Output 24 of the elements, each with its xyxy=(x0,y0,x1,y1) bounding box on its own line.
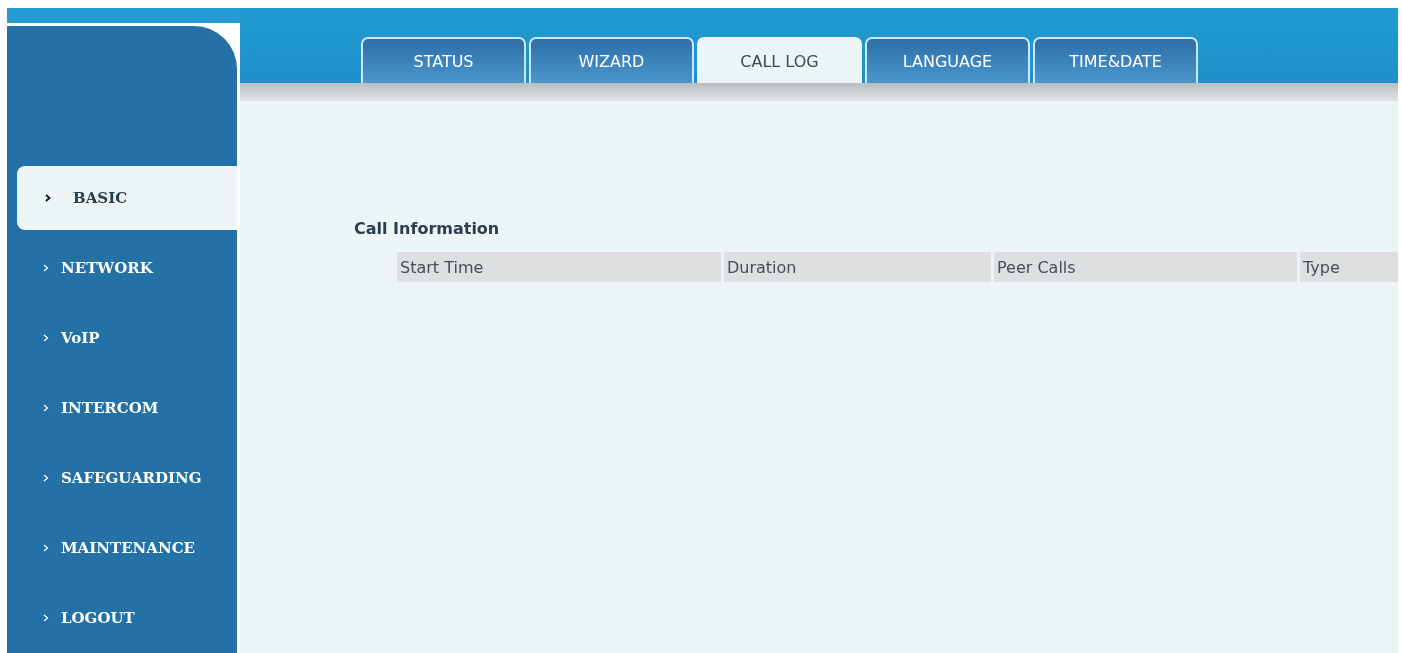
column-header: Start Time xyxy=(397,252,721,282)
sidebar-item[interactable]: LOGOUT xyxy=(7,583,237,653)
sidebar-item[interactable]: INTERCOM xyxy=(7,373,237,443)
section-title: Call Information xyxy=(354,219,501,238)
column-header: Duration xyxy=(724,252,991,282)
sidebar-item[interactable]: NETWORK xyxy=(7,233,237,303)
chevron-icon xyxy=(45,194,51,202)
tab[interactable]: TIME&DATE xyxy=(1033,37,1198,83)
column-header: Type xyxy=(1300,252,1398,282)
sidebar-item[interactable]: VoIP xyxy=(7,303,237,373)
tab[interactable]: WIZARD xyxy=(529,37,694,83)
tab[interactable]: STATUS xyxy=(361,37,526,83)
chevron-icon xyxy=(43,264,49,272)
chevron-icon xyxy=(43,474,49,482)
chevron-icon xyxy=(43,614,49,622)
tab[interactable]: CALL LOG xyxy=(697,37,862,83)
chevron-icon xyxy=(43,544,49,552)
tab[interactable]: LANGUAGE xyxy=(865,37,1030,83)
chevron-icon xyxy=(43,334,49,342)
chevron-icon xyxy=(43,404,49,412)
column-header: Peer Calls xyxy=(994,252,1297,282)
sidebar-item[interactable]: MAINTENANCE xyxy=(7,513,237,583)
sidebar-item[interactable]: BASIC xyxy=(17,166,237,230)
sidebar-item[interactable]: SAFEGUARDING xyxy=(7,443,237,513)
